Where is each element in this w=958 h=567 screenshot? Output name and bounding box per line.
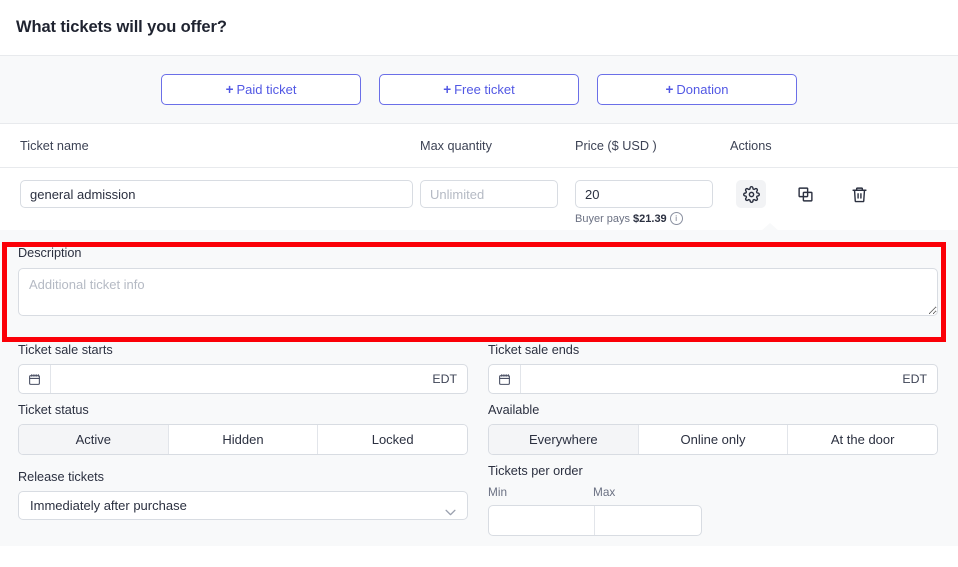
- release-tickets-value: Immediately after purchase: [30, 498, 187, 513]
- max-quantity-input[interactable]: [420, 180, 558, 208]
- table-row: Buyer pays $21.39 i: [0, 168, 958, 230]
- plus-icon: +: [443, 82, 452, 97]
- min-max-labels: Min Max: [488, 485, 938, 499]
- add-donation-button[interactable]: + Donation: [597, 74, 797, 105]
- panel-caret-icon: [761, 223, 779, 231]
- sale-start-timezone: EDT: [432, 372, 457, 386]
- ticket-status-option-locked[interactable]: Locked: [318, 425, 467, 454]
- max-label: Max: [593, 485, 616, 499]
- max-tickets-input[interactable]: [595, 506, 701, 535]
- add-free-ticket-label: Free ticket: [454, 82, 515, 97]
- ticket-status-label: Ticket status: [18, 403, 89, 417]
- cell-actions: [730, 180, 930, 208]
- available-label: Available: [488, 403, 540, 417]
- calendar-icon[interactable]: [19, 365, 51, 393]
- release-tickets-group: Release tickets Immediately after purcha…: [18, 455, 468, 536]
- description-section: Description: [0, 230, 958, 334]
- info-icon[interactable]: i: [669, 212, 683, 225]
- calendar-icon[interactable]: [489, 365, 521, 393]
- plus-icon: +: [665, 82, 674, 97]
- cell-max-quantity: [420, 180, 575, 208]
- cell-ticket-name: [0, 180, 420, 208]
- tickets-per-order-label: Tickets per order: [488, 464, 583, 478]
- status-availability-row: Ticket status Active Hidden Locked Avail…: [18, 394, 940, 455]
- ticket-settings-form: Ticket sale starts EDT Ticket sale ends: [0, 334, 958, 546]
- tickets-table-header: Ticket name Max quantity Price ($ USD ) …: [0, 124, 958, 168]
- chevron-down-icon: [445, 503, 456, 521]
- column-header-price: Price ($ USD ): [575, 138, 657, 153]
- sale-end-field[interactable]: EDT: [488, 364, 938, 394]
- buyer-pays-prefix: Buyer pays: [575, 212, 631, 225]
- sale-end-label: Ticket sale ends: [488, 343, 580, 357]
- trash-delete-icon[interactable]: [844, 180, 874, 208]
- sale-end-input[interactable]: [521, 365, 903, 393]
- min-label: Min: [488, 485, 508, 499]
- ticket-status-option-hidden[interactable]: Hidden: [168, 425, 319, 454]
- min-max-input-group: [488, 505, 702, 536]
- description-label: Description: [18, 246, 82, 260]
- add-donation-label: Donation: [676, 82, 729, 97]
- column-header-ticket-name: Ticket name: [20, 138, 89, 153]
- add-paid-ticket-button[interactable]: + Paid ticket: [161, 74, 361, 105]
- available-group: Available Everywhere Online only At the …: [488, 394, 938, 455]
- available-segmented: Everywhere Online only At the door: [488, 424, 938, 455]
- ticket-status-option-active[interactable]: Active: [19, 425, 169, 454]
- ticket-status-segmented: Active Hidden Locked: [18, 424, 468, 455]
- plus-icon: +: [225, 82, 234, 97]
- sale-end-group: Ticket sale ends EDT: [488, 334, 938, 394]
- price-input[interactable]: [575, 180, 713, 208]
- column-header-max-quantity: Max quantity: [420, 138, 492, 153]
- buyer-pays-amount: $21.39: [633, 212, 667, 225]
- sale-start-input[interactable]: [51, 365, 433, 393]
- duplicate-copy-icon[interactable]: [790, 180, 820, 208]
- page-title: What tickets will you offer?: [16, 18, 227, 36]
- add-paid-ticket-label: Paid ticket: [236, 82, 297, 97]
- ticket-name-input[interactable]: [20, 180, 413, 208]
- ticket-details-panel: Description: [0, 223, 958, 334]
- sale-start-group: Ticket sale starts EDT: [18, 334, 468, 394]
- ticket-status-group: Ticket status Active Hidden Locked: [18, 394, 468, 455]
- available-option-at-the-door[interactable]: At the door: [788, 425, 937, 454]
- description-textarea[interactable]: [18, 268, 938, 316]
- min-tickets-input[interactable]: [489, 506, 595, 535]
- add-free-ticket-button[interactable]: + Free ticket: [379, 74, 579, 105]
- sale-start-label: Ticket sale starts: [18, 343, 113, 357]
- cell-price: Buyer pays $21.39 i: [575, 180, 730, 225]
- release-perorder-row: Release tickets Immediately after purcha…: [18, 455, 940, 536]
- column-header-actions: Actions: [730, 138, 772, 153]
- add-ticket-toolbar: + Paid ticket + Free ticket + Donation: [0, 56, 958, 124]
- release-tickets-select[interactable]: Immediately after purchase: [18, 491, 468, 520]
- page-header: What tickets will you offer?: [0, 0, 958, 56]
- sale-end-timezone: EDT: [902, 372, 927, 386]
- release-tickets-label: Release tickets: [18, 470, 105, 484]
- available-option-everywhere[interactable]: Everywhere: [489, 425, 639, 454]
- buyer-pays-note: Buyer pays $21.39 i: [575, 212, 730, 225]
- available-option-online-only[interactable]: Online only: [638, 425, 789, 454]
- sale-dates-row: Ticket sale starts EDT Ticket sale ends: [18, 334, 940, 394]
- sale-start-field[interactable]: EDT: [18, 364, 468, 394]
- tickets-per-order-group: Tickets per order Min Max: [488, 455, 938, 536]
- settings-gear-icon[interactable]: [736, 180, 766, 208]
